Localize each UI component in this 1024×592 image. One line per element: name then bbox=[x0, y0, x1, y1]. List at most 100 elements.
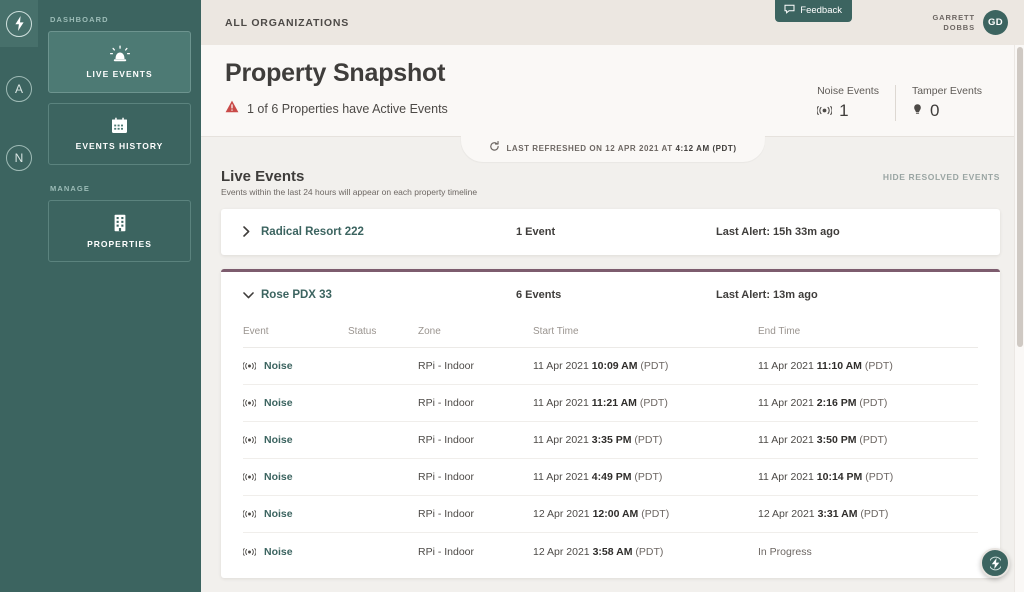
property-card-collapsed: Radical Resort 222 1 Event Last Alert: 1… bbox=[221, 209, 1000, 255]
last-refreshed-text: Last refreshed on 12 Apr 2021 at 4:12 AM… bbox=[506, 144, 736, 153]
property-row[interactable]: Radical Resort 222 1 Event Last Alert: 1… bbox=[221, 209, 1000, 255]
column-header-event: Event bbox=[243, 326, 269, 337]
feedback-label: Feedback bbox=[800, 5, 842, 16]
noise-icon bbox=[242, 505, 257, 523]
events-table: Event Status Zone Start Time End Time No… bbox=[221, 318, 1000, 578]
refresh-prefix: Last refreshed on 12 Apr 2021 at bbox=[506, 143, 676, 153]
chevron-down-icon[interactable] bbox=[243, 289, 261, 301]
bolt-icon bbox=[6, 10, 32, 37]
property-name[interactable]: Rose PDX 33 bbox=[261, 289, 516, 301]
org-icon-rail: A N bbox=[0, 0, 38, 592]
hide-resolved-events-link[interactable]: Hide Resolved Events bbox=[883, 168, 1000, 182]
letter-n-icon: N bbox=[6, 144, 32, 171]
cell-zone: RPi - Indoor bbox=[418, 434, 475, 446]
cell-zone: RPi - Indoor bbox=[418, 397, 475, 409]
last-refreshed-tab[interactable]: Last refreshed on 12 Apr 2021 at 4:12 AM… bbox=[460, 136, 765, 162]
event-type-link[interactable]: Noise bbox=[264, 397, 293, 409]
cell-event: Noise bbox=[242, 505, 348, 523]
rail-item-org-n[interactable]: N bbox=[0, 134, 38, 181]
event-type-link[interactable]: Noise bbox=[264, 471, 293, 483]
event-type-link[interactable]: Noise bbox=[264, 546, 293, 558]
cell-end-time: 11 Apr 2021 10:14 PM (PDT) bbox=[758, 471, 894, 483]
event-type-link[interactable]: Noise bbox=[264, 434, 293, 446]
breadcrumb[interactable]: All Organizations bbox=[225, 17, 349, 29]
sidebar-item-properties[interactable]: Properties bbox=[48, 200, 191, 262]
events-table-body: Noise RPi - Indoor 11 Apr 2021 10:09 AM (P… bbox=[242, 348, 978, 570]
stat-value: 1 bbox=[839, 101, 849, 120]
cell-end-time: 11 Apr 2021 2:16 PM (PDT) bbox=[758, 397, 888, 409]
property-last-alert: Last Alert: 15h 33m ago bbox=[716, 226, 840, 238]
feedback-button[interactable]: Feedback bbox=[775, 0, 852, 22]
cell-zone: RPi - Indoor bbox=[418, 471, 475, 483]
main-scrollbar[interactable] bbox=[1014, 45, 1024, 592]
topbar: All Organizations Feedback Garrett Dobbs… bbox=[201, 0, 1024, 45]
sidebar-item-label: Live Events bbox=[86, 69, 153, 79]
table-row[interactable]: Noise RPi - Indoor 11 Apr 2021 11:21 AM (P… bbox=[242, 385, 978, 422]
support-fab-button[interactable] bbox=[980, 548, 1010, 578]
events-table-header: Event Status Zone Start Time End Time bbox=[243, 318, 978, 348]
alert-text: 1 of 6 Properties have Active Events bbox=[247, 102, 448, 116]
cell-zone: RPi - Indoor bbox=[418, 545, 475, 558]
table-row[interactable]: Noise RPi - Indoor 11 Apr 2021 4:49 PM (PD… bbox=[242, 459, 978, 496]
cell-event: Noise bbox=[242, 468, 348, 486]
cell-start-time: 11 Apr 2021 3:35 PM (PDT) bbox=[533, 434, 663, 446]
noise-icon bbox=[242, 468, 257, 486]
chevron-right-icon[interactable] bbox=[243, 225, 261, 239]
cell-end-time: 11 Apr 2021 11:10 AM (PDT) bbox=[758, 360, 893, 372]
user-area[interactable]: Garrett Dobbs GD bbox=[929, 0, 1024, 45]
siren-icon bbox=[109, 45, 131, 62]
rail-item-org-a[interactable]: A bbox=[0, 65, 38, 112]
property-card-expanded: Rose PDX 33 6 Events Last Alert: 13m ago… bbox=[221, 269, 1000, 578]
live-events-section: Live Events Events within the last 24 ho… bbox=[201, 154, 1024, 578]
cell-event: Noise bbox=[242, 394, 348, 412]
event-type-link[interactable]: Noise bbox=[264, 508, 293, 520]
column-header-end-time: End Time bbox=[758, 326, 801, 337]
sidebar-item-label: Properties bbox=[87, 238, 152, 249]
table-row[interactable]: Noise RPi - Indoor 12 Apr 2021 12:00 AM (P… bbox=[242, 496, 978, 533]
cell-event: Noise bbox=[242, 357, 348, 375]
table-row[interactable]: Noise RPi - Indoor 12 Apr 2021 3:58 AM (PD… bbox=[242, 533, 978, 570]
event-type-link[interactable]: Noise bbox=[264, 360, 293, 372]
avatar[interactable]: GD bbox=[983, 10, 1008, 35]
warning-triangle-icon bbox=[225, 100, 239, 118]
noise-icon bbox=[242, 357, 257, 375]
cell-event: Noise bbox=[242, 431, 348, 449]
user-block[interactable]: Garrett Dobbs GD bbox=[929, 10, 1008, 35]
sidebar-group-manage: Manage bbox=[50, 184, 90, 193]
property-row[interactable]: Rose PDX 33 6 Events Last Alert: 13m ago bbox=[221, 272, 1000, 318]
table-row[interactable]: Noise RPi - Indoor 11 Apr 2021 3:35 PM (PD… bbox=[242, 422, 978, 459]
chat-bubble-icon bbox=[784, 4, 795, 17]
cell-start-time: 11 Apr 2021 11:21 AM (PDT) bbox=[533, 397, 668, 409]
stat-label: Tamper Events bbox=[911, 85, 982, 97]
property-name[interactable]: Radical Resort 222 bbox=[261, 226, 516, 238]
scrollbar-thumb[interactable] bbox=[1017, 47, 1023, 347]
noise-icon bbox=[816, 102, 833, 120]
column-header-status: Status bbox=[348, 326, 377, 337]
letter-a-icon: A bbox=[6, 75, 32, 102]
sidebar-item-events-history[interactable]: Events History bbox=[48, 103, 191, 165]
sidebar-item-label: Events History bbox=[75, 141, 164, 151]
table-row[interactable]: Noise RPi - Indoor 11 Apr 2021 10:09 AM (P… bbox=[242, 348, 978, 385]
stat-tamper-events: Tamper Events 0 bbox=[896, 85, 998, 121]
cell-start-time: 11 Apr 2021 10:09 AM (PDT) bbox=[533, 360, 669, 372]
sidebar-item-live-events[interactable]: Live Events bbox=[48, 31, 191, 93]
section-subtitle: Events within the last 24 hours will app… bbox=[221, 187, 478, 197]
refresh-icon[interactable] bbox=[488, 139, 499, 157]
building-icon bbox=[113, 214, 127, 232]
main-content: All Organizations Feedback Garrett Dobbs… bbox=[201, 0, 1024, 592]
cell-start-time: 11 Apr 2021 4:49 PM (PDT) bbox=[533, 471, 663, 483]
noise-icon bbox=[242, 394, 257, 412]
page-header-card: Property Snapshot 1 of 6 Properties have… bbox=[201, 45, 1024, 137]
calendar-icon bbox=[111, 117, 128, 134]
section-title: Live Events bbox=[221, 168, 305, 185]
stat-value: 0 bbox=[929, 101, 940, 120]
property-event-count: 1 Event bbox=[516, 226, 556, 238]
property-last-alert: Last Alert: 13m ago bbox=[716, 289, 818, 301]
rail-item-bolt[interactable] bbox=[0, 0, 38, 47]
noise-icon bbox=[242, 543, 257, 561]
stat-noise-events: Noise Events 1 bbox=[816, 85, 896, 121]
event-stats: Noise Events 1 Tamper Events 0 bbox=[816, 85, 998, 121]
app-root: A N Dashboard Live Events bbox=[0, 0, 1024, 592]
refresh-time: 4:12 AM (PDT) bbox=[675, 143, 737, 153]
cell-zone: RPi - Indoor bbox=[418, 360, 475, 372]
